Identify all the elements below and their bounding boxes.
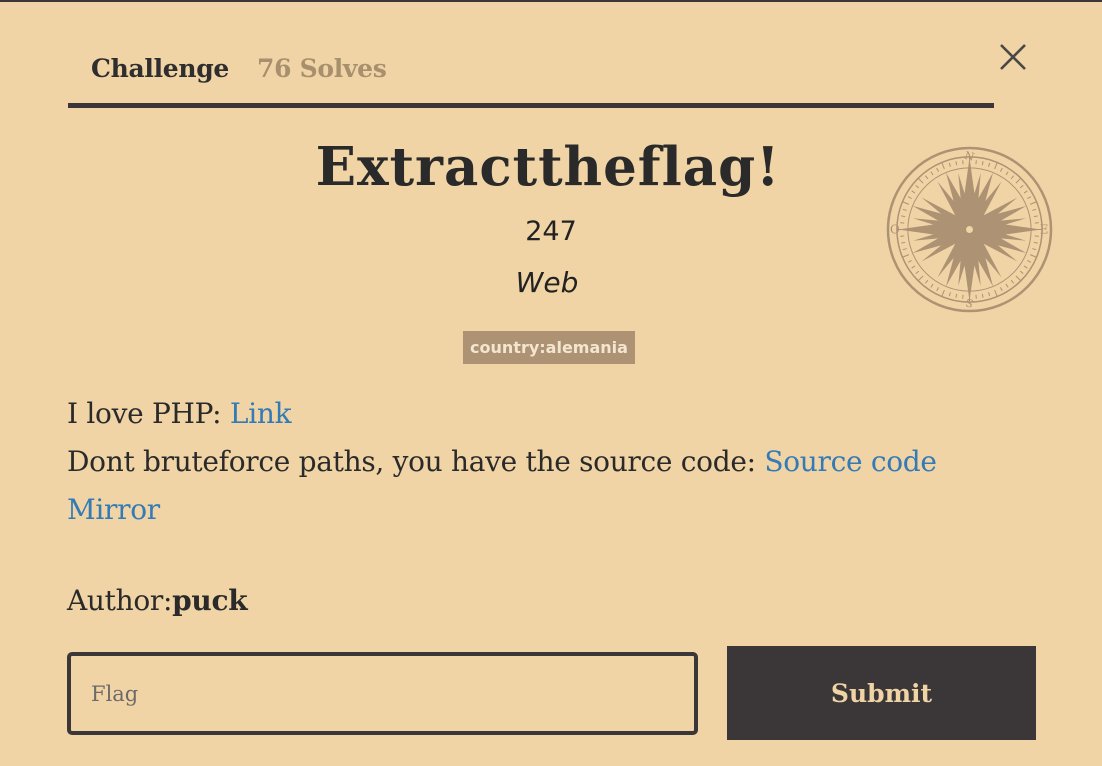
- challenge-modal: Challenge 76 Solves Extracttheflag! 247 …: [0, 0, 1102, 766]
- challenge-tag: country:alemania: [463, 331, 635, 364]
- compass-west-label: O: [890, 222, 900, 236]
- tab-solves[interactable]: 76 Solves: [257, 54, 387, 83]
- close-button[interactable]: [995, 39, 1031, 75]
- link-source-code[interactable]: Source code: [764, 445, 937, 478]
- compass-rose-icon: N E S O: [886, 146, 1053, 313]
- author-name: puck: [172, 584, 248, 617]
- description-text-2: Dont bruteforce paths, you have the sour…: [67, 445, 765, 478]
- description-line-2: Dont bruteforce paths, you have the sour…: [67, 438, 1027, 486]
- challenge-author: Author:puck: [67, 584, 248, 617]
- compass-north-label: N: [963, 149, 976, 164]
- tab-challenge[interactable]: Challenge: [91, 54, 229, 83]
- compass-south-label: S: [964, 295, 975, 309]
- author-label: Author:: [67, 584, 173, 617]
- link-mirror[interactable]: Mirror: [67, 493, 160, 526]
- description-text-1: I love PHP:: [67, 397, 230, 430]
- compass-east-label: E: [1040, 222, 1049, 236]
- flag-input[interactable]: [67, 652, 698, 735]
- close-icon: [1000, 44, 1026, 70]
- challenge-description: I love PHP: Link Dont bruteforce paths, …: [67, 390, 1027, 534]
- description-line-3: Mirror: [67, 486, 1027, 534]
- tab-bar: Challenge 76 Solves: [68, 52, 994, 108]
- submit-button[interactable]: Submit: [727, 646, 1036, 740]
- description-line-1: I love PHP: Link: [67, 390, 1027, 438]
- link-challenge[interactable]: Link: [230, 397, 292, 430]
